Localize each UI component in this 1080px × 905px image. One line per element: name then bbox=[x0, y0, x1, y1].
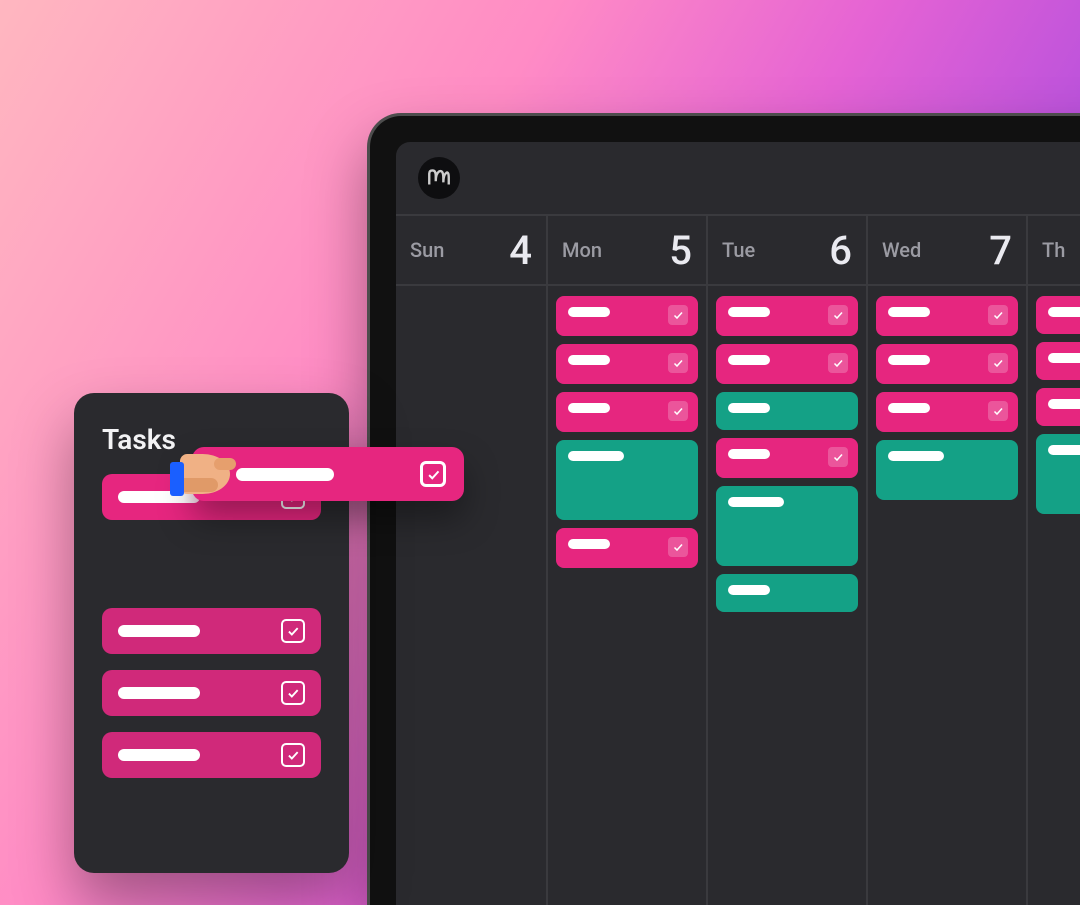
checkbox-icon[interactable] bbox=[988, 305, 1008, 325]
card-label-placeholder bbox=[728, 355, 770, 365]
calendar-card[interactable] bbox=[556, 296, 698, 336]
task-item[interactable] bbox=[102, 608, 321, 654]
day-of-week: Wed bbox=[882, 238, 921, 262]
checkbox-icon[interactable] bbox=[828, 447, 848, 467]
checkbox-icon[interactable] bbox=[668, 305, 688, 325]
card-label-placeholder bbox=[728, 403, 770, 413]
task-item[interactable] bbox=[102, 670, 321, 716]
calendar-card[interactable] bbox=[1036, 434, 1080, 514]
device-frame: Sun 4 Mon 5 Tue 6 Wed 7 Th bbox=[367, 113, 1080, 905]
task-label-placeholder bbox=[118, 749, 200, 761]
card-label-placeholder bbox=[888, 403, 930, 413]
card-label-placeholder bbox=[1048, 307, 1080, 317]
card-label-placeholder bbox=[568, 307, 610, 317]
card-stack bbox=[868, 286, 1026, 510]
card-label-placeholder bbox=[728, 497, 784, 507]
checkbox-icon[interactable] bbox=[828, 353, 848, 373]
card-label-placeholder bbox=[888, 307, 930, 317]
calendar-card[interactable] bbox=[556, 344, 698, 384]
column-header: Mon 5 bbox=[548, 216, 706, 286]
topbar bbox=[396, 142, 1080, 214]
column-header: Tue 6 bbox=[708, 216, 866, 286]
card-stack bbox=[548, 286, 706, 578]
checkbox-icon[interactable] bbox=[988, 353, 1008, 373]
task-list bbox=[102, 474, 321, 778]
hand-cursor-icon bbox=[170, 452, 234, 502]
stage: Sun4Mon5Tue6Wed7Th Tasks bbox=[0, 0, 1080, 905]
checkbox-icon[interactable] bbox=[281, 743, 305, 767]
calendar-card[interactable] bbox=[1036, 342, 1080, 380]
calendar-card[interactable] bbox=[556, 528, 698, 568]
day-number: 4 bbox=[509, 227, 532, 274]
calendar-card[interactable] bbox=[716, 296, 858, 336]
card-label-placeholder bbox=[728, 307, 770, 317]
day-of-week: Tue bbox=[722, 238, 755, 262]
app-logo-icon bbox=[418, 157, 460, 199]
calendar-card[interactable] bbox=[716, 486, 858, 566]
task-item[interactable] bbox=[102, 732, 321, 778]
checkbox-icon[interactable] bbox=[281, 619, 305, 643]
card-label-placeholder bbox=[1048, 353, 1080, 363]
column-header: Wed 7 bbox=[868, 216, 1026, 286]
checkbox-icon[interactable] bbox=[828, 305, 848, 325]
calendar-card[interactable] bbox=[876, 440, 1018, 500]
card-label-placeholder bbox=[728, 449, 770, 459]
card-stack bbox=[708, 286, 866, 622]
calendar-grid: Sun 4 Mon 5 Tue 6 Wed 7 Th bbox=[396, 214, 1080, 905]
calendar-column: Tue 6 bbox=[708, 216, 868, 905]
calendar-card[interactable] bbox=[716, 344, 858, 384]
checkbox-icon[interactable] bbox=[988, 401, 1008, 421]
card-label-placeholder bbox=[888, 355, 930, 365]
card-label-placeholder bbox=[568, 451, 624, 461]
day-of-week: Mon bbox=[562, 238, 602, 262]
column-header: Th bbox=[1028, 216, 1080, 286]
task-label-placeholder bbox=[236, 468, 334, 481]
card-label-placeholder bbox=[1048, 445, 1080, 455]
calendar-column: Mon 5 bbox=[548, 216, 708, 905]
column-header: Sun 4 bbox=[396, 216, 546, 286]
card-label-placeholder bbox=[728, 585, 770, 595]
group-gap bbox=[102, 536, 321, 592]
checkbox-icon[interactable] bbox=[668, 537, 688, 557]
card-label-placeholder bbox=[568, 355, 610, 365]
calendar-card[interactable] bbox=[876, 344, 1018, 384]
calendar-column: Wed 7 bbox=[868, 216, 1028, 905]
calendar-card[interactable] bbox=[556, 392, 698, 432]
task-label-placeholder bbox=[118, 687, 200, 699]
calendar-card[interactable] bbox=[716, 574, 858, 612]
checkbox-icon[interactable] bbox=[281, 681, 305, 705]
card-label-placeholder bbox=[888, 451, 944, 461]
card-label-placeholder bbox=[1048, 399, 1080, 409]
calendar-card[interactable] bbox=[876, 296, 1018, 336]
day-number: 6 bbox=[829, 227, 852, 274]
card-label-placeholder bbox=[568, 403, 610, 413]
day-of-week: Sun bbox=[410, 238, 444, 262]
task-label-placeholder bbox=[118, 625, 200, 637]
day-number: 5 bbox=[669, 227, 692, 274]
calendar-column: Sun 4 bbox=[396, 216, 548, 905]
app-screen: Sun 4 Mon 5 Tue 6 Wed 7 Th bbox=[396, 142, 1080, 905]
card-stack bbox=[1028, 286, 1080, 524]
calendar-card[interactable] bbox=[716, 438, 858, 478]
calendar-card[interactable] bbox=[1036, 296, 1080, 334]
calendar-card[interactable] bbox=[716, 392, 858, 430]
checkbox-icon[interactable] bbox=[668, 401, 688, 421]
calendar-card[interactable] bbox=[1036, 388, 1080, 426]
calendar-card[interactable] bbox=[876, 392, 1018, 432]
checkbox-icon[interactable] bbox=[668, 353, 688, 373]
day-number: 7 bbox=[989, 227, 1012, 274]
calendar-column: Th bbox=[1028, 216, 1080, 905]
checkbox-icon[interactable] bbox=[420, 461, 446, 487]
calendar-card[interactable] bbox=[556, 440, 698, 520]
card-label-placeholder bbox=[568, 539, 610, 549]
card-stack bbox=[396, 286, 546, 306]
day-of-week: Th bbox=[1042, 238, 1065, 262]
